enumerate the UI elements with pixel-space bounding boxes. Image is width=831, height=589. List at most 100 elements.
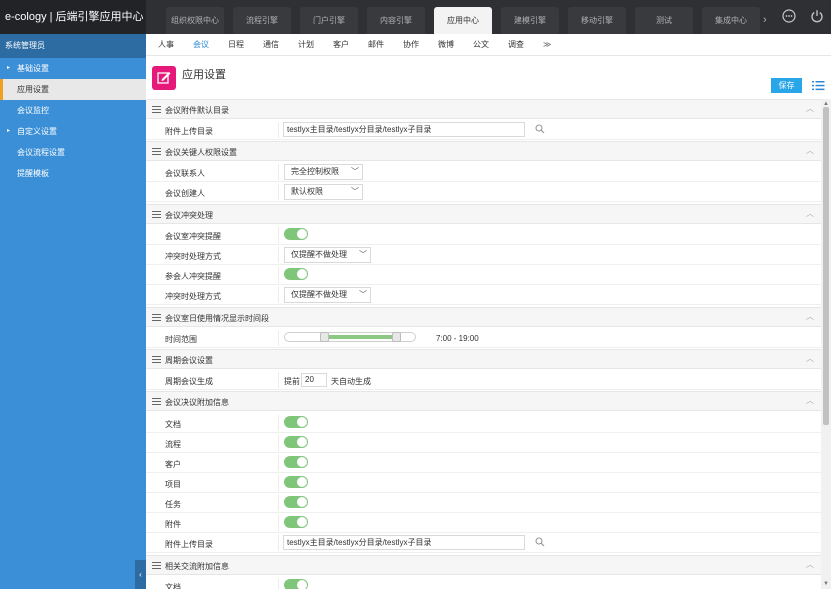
toggle-knob [297,229,307,239]
top-tab-workflow[interactable]: 流程引擎 [233,7,291,34]
row-attachment-upload-dir: 附件上传目录 testlyx主目录/testlyx分目录/testlyx子目录 [146,120,821,140]
room-conflict-method-select[interactable]: 仅提醒不做处理 ﹀ [284,247,371,263]
sidebar-collapse-icon[interactable]: ‹ [135,560,146,589]
attachment-dir-input[interactable]: testlyx主目录/testlyx分目录/testlyx子目录 [283,122,525,137]
save-button[interactable]: 保存 [771,78,802,93]
decision-task-toggle[interactable] [284,496,308,508]
slider-end-handle[interactable] [392,332,402,342]
top-tab-test[interactable]: 测试 [635,7,693,34]
exchange-document-toggle[interactable] [284,579,308,589]
sub-tab-plan[interactable]: 计划 [298,34,314,55]
row-label: 会议创建人 [165,189,205,198]
section-room-usage-time[interactable]: 会议室日使用情况显示时间段 ︿ [146,307,821,327]
slider-start-handle[interactable] [319,332,329,342]
top-tab-app-center[interactable]: 应用中心 [434,7,492,34]
search-icon[interactable] [535,124,545,134]
top-tab-modeling[interactable]: 建模引擎 [501,7,559,34]
top-tab-integration[interactable]: 集成中心 [702,7,760,34]
decision-document-toggle[interactable] [284,416,308,428]
sidebar-item-label: 基础设置 [17,64,49,73]
member-conflict-toggle[interactable] [284,268,308,280]
collapse-up-icon[interactable]: ︿ [806,103,814,114]
row-periodic-generate: 周期会议生成 提前 20 天自动生成 [146,370,821,390]
vertical-scrollbar[interactable]: ▲ ▼ [821,99,831,589]
section-exchange-extra-info[interactable]: 相关交流附加信息 ︿ [146,555,821,575]
power-icon[interactable] [810,9,824,23]
sidebar-item-meeting-monitor[interactable]: 会议监控 [0,100,146,121]
row-label: 周期会议生成 [165,377,213,386]
row-decision-upload-dir: 附件上传目录 testlyx主目录/testlyx分目录/testlyx子目录 [146,533,821,553]
sub-tab-meeting[interactable]: 会议 [193,34,209,55]
sub-tab-schedule[interactable]: 日程 [228,34,244,55]
section-conflict-handling[interactable]: 会议冲突处理 ︿ [146,204,821,224]
top-tab-mobile[interactable]: 移动引擎 [568,7,626,34]
sub-tab-collab[interactable]: 协作 [403,34,419,55]
sidebar-item-label: 提醒模板 [17,169,49,178]
collapse-up-icon[interactable]: ︿ [806,208,814,219]
room-conflict-toggle[interactable] [284,228,308,240]
scrollbar-thumb[interactable] [823,107,829,425]
contact-permission-select[interactable]: 完全控制权限 ﹀ [284,164,363,180]
collapse-up-icon[interactable]: ︿ [806,559,814,570]
decision-project-toggle[interactable] [284,476,308,488]
sub-tab-contacts[interactable]: 通信 [263,34,279,55]
collapse-up-icon[interactable]: ︿ [806,145,814,156]
advance-prefix: 提前 [284,377,300,386]
sidebar-item-meeting-workflow[interactable]: 会议流程设置 [0,142,146,163]
top-tab-portal[interactable]: 门户引擎 [300,7,358,34]
sub-tab-hr[interactable]: 人事 [158,34,174,55]
sidebar-item-label: 会议监控 [17,106,49,115]
slider-fill [324,335,397,339]
sub-tab-survey[interactable]: 调查 [508,34,524,55]
scroll-down-icon[interactable]: ▼ [823,581,829,587]
sub-tab-weibo[interactable]: 微博 [438,34,454,55]
section-attachment-dir[interactable]: 会议附件默认目录 ︿ [146,99,821,119]
decision-attachment-toggle[interactable] [284,516,308,528]
select-value: 完全控制权限 [291,167,339,176]
row-divider [278,475,279,491]
list-icon[interactable] [812,80,825,91]
decision-workflow-toggle[interactable] [284,436,308,448]
sidebar-item-custom-settings[interactable]: ▸ 自定义设置 [0,121,146,142]
sidebar-item-app-settings[interactable]: 应用设置 [0,79,146,100]
decision-customer-toggle[interactable] [284,456,308,468]
more-options-icon[interactable] [782,9,796,23]
section-title: 会议关键人权限设置 [165,148,237,157]
advance-days-input[interactable]: 20 [301,373,327,387]
member-conflict-method-select[interactable]: 仅提醒不做处理 ﹀ [284,287,371,303]
row-decision-task: 任务 [146,493,821,513]
row-label: 附件上传目录 [165,127,213,136]
decision-upload-dir-input[interactable]: testlyx主目录/testlyx分目录/testlyx子目录 [283,535,525,550]
sub-tab-document[interactable]: 公文 [473,34,489,55]
row-label: 客户 [165,460,181,469]
sidebar-item-label: 自定义设置 [17,127,57,136]
sidebar: 系统管理员 ▸ 基础设置 应用设置 会议监控 ▸ 自定义设置 会议流程设置 提醒… [0,34,146,589]
top-nav-more-icon[interactable]: › [763,7,767,34]
top-tab-content[interactable]: 内容引擎 [367,7,425,34]
advance-suffix: 天自动生成 [331,377,371,386]
collapse-up-icon[interactable]: ︿ [806,395,814,406]
section-periodic-meeting[interactable]: 周期会议设置 ︿ [146,349,821,369]
sidebar-item-basic-settings[interactable]: ▸ 基础设置 [0,58,146,79]
time-range-slider[interactable] [284,332,416,342]
sub-tab-customer[interactable]: 客户 [333,34,349,55]
section-decision-extra-info[interactable]: 会议决议附加信息 ︿ [146,391,821,411]
sub-nav-more-icon[interactable]: ≫ [543,34,551,55]
creator-permission-select[interactable]: 默认权限 ﹀ [284,184,363,200]
drag-handle-icon [152,356,161,363]
search-icon[interactable] [535,537,545,547]
select-value: 仅提醒不做处理 [291,250,347,259]
top-tab-org[interactable]: 组织权限中心 [166,7,224,34]
row-decision-attachment: 附件 [146,513,821,533]
time-range-value: 7:00 - 19:00 [436,334,479,343]
collapse-up-icon[interactable]: ︿ [806,311,814,322]
sidebar-item-reminder-template[interactable]: 提醒模板 [0,163,146,184]
app-brand: e-cology | 后端引擎应用中心 [0,0,146,34]
section-key-person-permissions[interactable]: 会议关键人权限设置 ︿ [146,141,821,161]
row-divider [278,267,279,283]
sub-tab-mail[interactable]: 邮件 [368,34,384,55]
row-label: 会议室冲突提醒 [165,232,221,241]
row-label: 冲突时处理方式 [165,252,221,261]
row-decision-document: 文档 [146,413,821,433]
collapse-up-icon[interactable]: ︿ [806,353,814,364]
